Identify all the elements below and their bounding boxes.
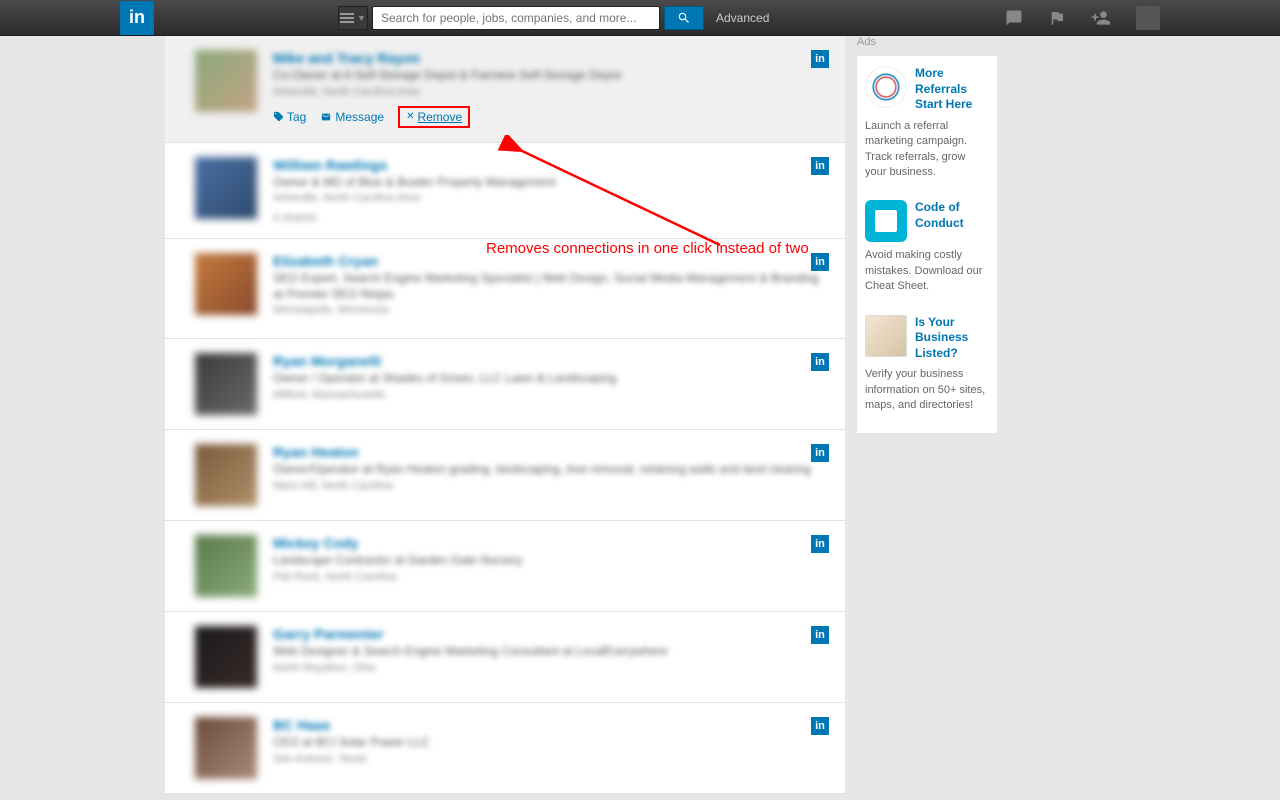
ads-label: Ads	[857, 36, 997, 48]
connection-name[interactable]: Garry Parmenter	[273, 626, 829, 642]
connection-title: CEO at BCI Solar Power LLC	[273, 735, 829, 751]
connection-location: Milford, Massachusetts	[273, 389, 829, 401]
connection-row: Ryan Morganelli Owner / Operator at Shad…	[165, 339, 845, 430]
connections-list: Mike and Tracy Rayon Co-Owner at A Self-…	[165, 36, 845, 794]
connection-row: BC Haas CEO at BCI Solar Power LLC San A…	[165, 703, 845, 794]
top-nav: in ▼ Advanced	[0, 0, 1280, 36]
linkedin-badge-icon[interactable]: in	[811, 444, 829, 462]
sidebar-ad[interactable]: Is Your Business Listed? Verify your bus…	[857, 305, 997, 424]
connection-row: Garry Parmenter Web Designer & Search En…	[165, 612, 845, 703]
connection-row: Ryan Heaton Owner/Operator at Ryan Heato…	[165, 430, 845, 521]
connection-name[interactable]: Elizabeth Cryan	[273, 253, 829, 269]
ad-image	[865, 315, 907, 357]
tag-action[interactable]: Tag	[273, 110, 306, 124]
connection-location: Mars Hill, North Carolina	[273, 480, 829, 492]
shared-connections: 4 shared	[273, 212, 829, 224]
connection-title: Web Designer & Search Engine Marketing C…	[273, 644, 829, 660]
sidebar-ad[interactable]: More Referrals Start Here Launch a refer…	[857, 56, 997, 190]
linkedin-badge-icon[interactable]: in	[811, 50, 829, 68]
ad-title[interactable]: Is Your Business Listed?	[915, 315, 989, 362]
connection-location: North Royalton, Ohio	[273, 662, 829, 674]
connection-title: Owner/Operator at Ryan Heaton grading, l…	[273, 462, 829, 478]
ad-description: Verify your business information on 50+ …	[865, 367, 989, 413]
message-action[interactable]: Message	[320, 110, 384, 124]
connection-title: Owner & MD of Blue & Bowler Property Man…	[273, 175, 829, 191]
connection-location: San Antonio, Texas	[273, 753, 829, 765]
profile-photo[interactable]	[195, 157, 257, 219]
search-button[interactable]	[664, 6, 704, 30]
add-user-icon[interactable]	[1090, 8, 1112, 28]
messages-icon[interactable]	[1004, 9, 1024, 27]
advanced-search-link[interactable]: Advanced	[716, 11, 769, 25]
ad-image	[865, 66, 907, 108]
connection-name[interactable]: BC Haas	[273, 717, 829, 733]
connection-title: Owner / Operator at Shades of Green, LLC…	[273, 371, 829, 387]
connection-name[interactable]: Mike and Tracy Rayon	[273, 50, 829, 66]
connection-location: Asheville, North Carolina Area	[273, 86, 829, 98]
profile-photo[interactable]	[195, 253, 257, 315]
profile-photo[interactable]	[195, 717, 257, 779]
linkedin-badge-icon[interactable]: in	[811, 717, 829, 735]
sidebar: Ads More Referrals Start Here Launch a r…	[857, 36, 997, 794]
profile-photo[interactable]	[195, 444, 257, 506]
connection-row: Elizabeth Cryan SEO Expert, Search Engin…	[165, 239, 845, 339]
ad-description: Avoid making costly mistakes. Download o…	[865, 248, 989, 294]
linkedin-badge-icon[interactable]: in	[811, 157, 829, 175]
avatar[interactable]	[1136, 6, 1160, 30]
profile-photo[interactable]	[195, 353, 257, 415]
connection-row: Mike and Tracy Rayon Co-Owner at A Self-…	[165, 36, 845, 143]
ad-description: Launch a referral marketing campaign. Tr…	[865, 119, 989, 181]
connection-location: Asheville, North Carolina Area	[273, 192, 829, 204]
connection-title: SEO Expert, Search Engine Marketing Spec…	[273, 271, 829, 302]
flag-icon[interactable]	[1048, 9, 1066, 27]
connection-name[interactable]: William Rawlings	[273, 157, 829, 173]
remove-action-highlighted[interactable]: ✕Remove	[398, 106, 470, 128]
connection-title: Landscape Contractor at Garden Gate Nurs…	[273, 553, 829, 569]
linkedin-logo[interactable]: in	[120, 1, 154, 35]
connection-row: Mickey Cody Landscape Contractor at Gard…	[165, 521, 845, 612]
profile-photo[interactable]	[195, 626, 257, 688]
ad-title[interactable]: Code of Conduct	[915, 200, 989, 231]
linkedin-badge-icon[interactable]: in	[811, 353, 829, 371]
linkedin-badge-icon[interactable]: in	[811, 535, 829, 553]
menu-toggle[interactable]: ▼	[338, 6, 368, 30]
connection-name[interactable]: Mickey Cody	[273, 535, 829, 551]
ad-image	[865, 200, 907, 242]
connection-row: William Rawlings Owner & MD of Blue & Bo…	[165, 143, 845, 240]
connection-title: Co-Owner at A Self-Storage Depot & Fairv…	[273, 68, 829, 84]
sidebar-ad[interactable]: Code of Conduct Avoid making costly mist…	[857, 190, 997, 304]
connection-location: Flat Rock, North Carolina	[273, 571, 829, 583]
linkedin-badge-icon[interactable]: in	[811, 253, 829, 271]
connection-name[interactable]: Ryan Morganelli	[273, 353, 829, 369]
ad-title[interactable]: More Referrals Start Here	[915, 66, 989, 113]
profile-photo[interactable]	[195, 535, 257, 597]
search-input[interactable]	[372, 6, 660, 30]
profile-photo[interactable]	[195, 50, 257, 112]
linkedin-badge-icon[interactable]: in	[811, 626, 829, 644]
connection-name[interactable]: Ryan Heaton	[273, 444, 829, 460]
connection-location: Minneapolis, Minnesota	[273, 304, 829, 316]
search-icon	[677, 11, 691, 25]
